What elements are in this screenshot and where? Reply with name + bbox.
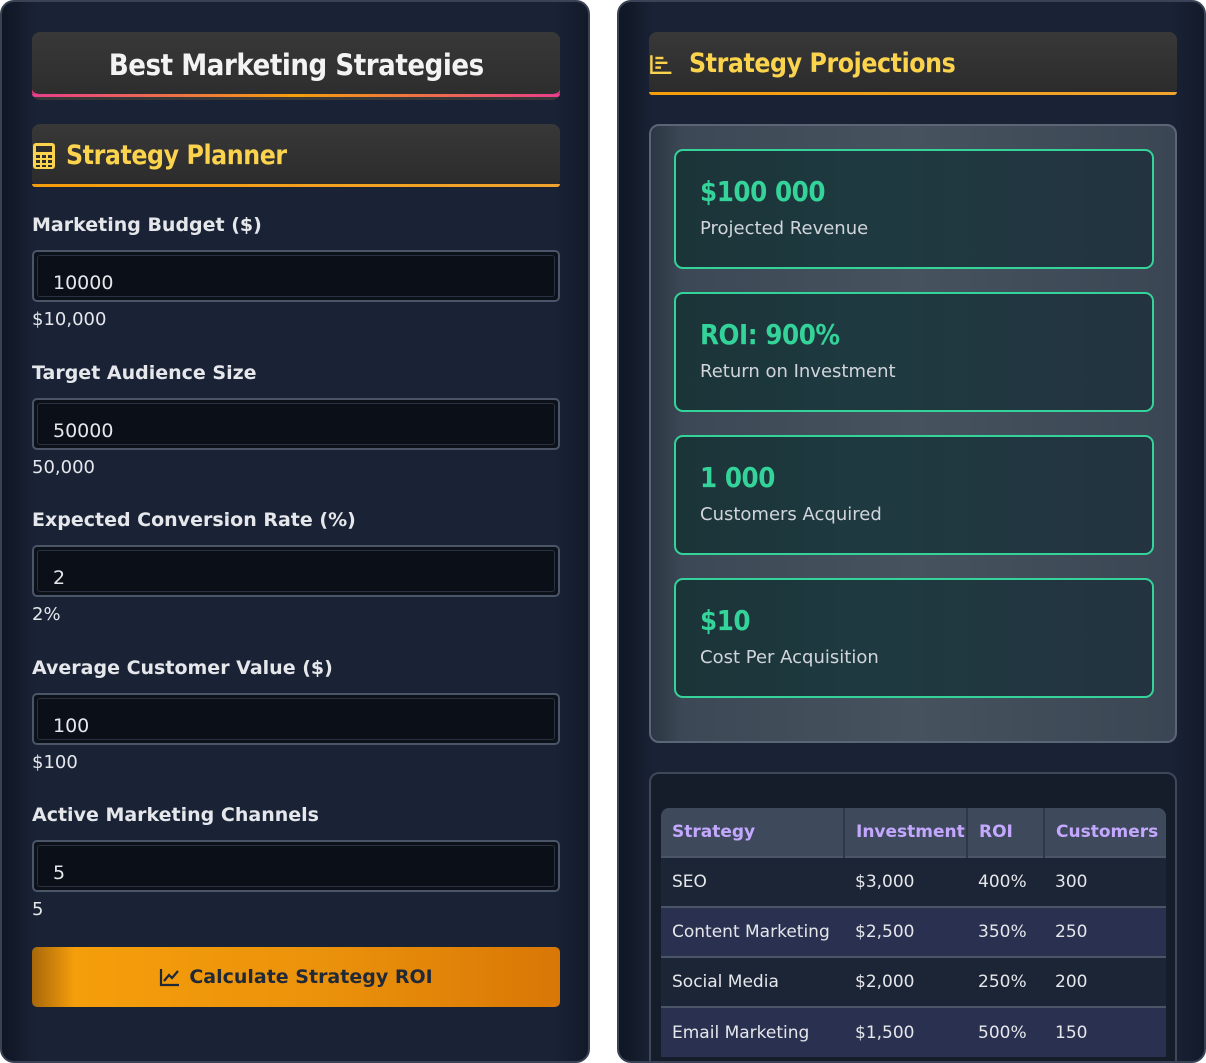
column-header-customers: Customers <box>1044 808 1166 857</box>
customers-acquired-value: 1 000 <box>700 461 775 494</box>
table-cell: 200 <box>1044 956 1166 1007</box>
table-cell: 350% <box>967 906 1044 957</box>
strategy-planner-title: Strategy Planner <box>66 140 287 171</box>
column-header-investment: Investment <box>844 808 968 857</box>
table-row: Email Marketing $1,500 500% 150 <box>661 1006 1166 1057</box>
budget-input[interactable] <box>37 255 555 297</box>
projected-revenue-card: $100 000 Projected Revenue <box>674 149 1154 269</box>
column-header-strategy: Strategy <box>661 808 845 857</box>
customers-acquired-label: Customers Acquired <box>700 504 882 525</box>
strategy-table-container: Strategy Investment ROI Customers SEO $3… <box>649 772 1177 1061</box>
projected-revenue-label: Projected Revenue <box>700 218 869 239</box>
audience-size-input[interactable] <box>37 403 555 445</box>
channels-input[interactable] <box>37 845 555 887</box>
table-row: Social Media $2,000 250% 200 <box>661 956 1166 1007</box>
table-cell: 500% <box>967 1006 1044 1057</box>
conversion-rate-field-wrapper <box>32 545 560 597</box>
table-cell: Email Marketing <box>661 1006 844 1057</box>
customer-value-input[interactable] <box>37 698 555 740</box>
table-cell: 250 <box>1044 906 1166 957</box>
conversion-rate-label: Expected Conversion Rate (%) <box>32 509 356 531</box>
projected-revenue-value: $100 000 <box>700 175 826 208</box>
customer-value-field-wrapper <box>32 693 560 745</box>
strategy-table: Strategy Investment ROI Customers SEO $3… <box>661 808 1166 1057</box>
table-cell: $3,000 <box>844 856 967 907</box>
cost-per-acquisition-label: Cost Per Acquisition <box>700 647 879 668</box>
customers-acquired-card: 1 000 Customers Acquired <box>674 435 1154 555</box>
roi-card: ROI: 900% Return on Investment <box>674 292 1154 412</box>
strategy-projections-header: Strategy Projections <box>649 32 1177 95</box>
table-cell: Content Marketing <box>661 906 844 957</box>
column-header-roi: ROI <box>967 808 1045 857</box>
table-cell: Social Media <box>661 956 844 1007</box>
roi-value: ROI: 900% <box>700 318 840 351</box>
cost-per-acquisition-value: $10 <box>700 604 751 637</box>
line-chart-icon <box>159 967 181 987</box>
budget-label: Marketing Budget ($) <box>32 214 262 236</box>
projections-cards-container: $100 000 Projected Revenue ROI: 900% Ret… <box>649 124 1177 743</box>
table-cell: 150 <box>1044 1006 1166 1057</box>
calculate-roi-label: Calculate Strategy ROI <box>189 966 433 988</box>
table-header-row: Strategy Investment ROI Customers <box>661 808 1166 857</box>
customer-value-label: Average Customer Value ($) <box>32 657 333 679</box>
bar-chart-icon <box>649 50 673 78</box>
customer-value-display: $100 <box>32 752 78 773</box>
page-title: Best Marketing Strategies <box>32 32 560 100</box>
calculate-roi-button[interactable]: Calculate Strategy ROI <box>32 947 560 1007</box>
table-cell: 400% <box>967 856 1044 907</box>
audience-size-field-wrapper <box>32 398 560 450</box>
budget-field-wrapper <box>32 250 560 302</box>
table-cell: $2,000 <box>844 956 967 1007</box>
channels-display: 5 <box>32 899 44 920</box>
strategy-projections-panel: Strategy Projections $100 000 Projected … <box>617 0 1206 1063</box>
channels-field-wrapper <box>32 840 560 892</box>
channels-label: Active Marketing Channels <box>32 804 319 826</box>
conversion-rate-input[interactable] <box>37 550 555 592</box>
table-cell: $2,500 <box>844 906 967 957</box>
table-cell: SEO <box>661 856 844 907</box>
conversion-rate-display: 2% <box>32 604 61 625</box>
cost-per-acquisition-card: $10 Cost Per Acquisition <box>674 578 1154 698</box>
table-cell: 300 <box>1044 856 1166 907</box>
roi-label: Return on Investment <box>700 361 896 382</box>
table-cell: $1,500 <box>844 1006 967 1057</box>
table-row: Content Marketing $2,500 350% 250 <box>661 906 1166 957</box>
strategy-planner-panel: Best Marketing Strategies Strategy Plann… <box>0 0 590 1063</box>
table-cell: 250% <box>967 956 1044 1007</box>
audience-size-display: 50,000 <box>32 457 95 478</box>
audience-size-label: Target Audience Size <box>32 362 257 384</box>
strategy-planner-header: Strategy Planner <box>32 124 560 187</box>
budget-display: $10,000 <box>32 309 107 330</box>
strategy-projections-title: Strategy Projections <box>689 48 956 79</box>
table-row: SEO $3,000 400% 300 <box>661 856 1166 907</box>
page-title-text: Best Marketing Strategies <box>108 47 484 82</box>
calculator-icon <box>32 142 56 170</box>
